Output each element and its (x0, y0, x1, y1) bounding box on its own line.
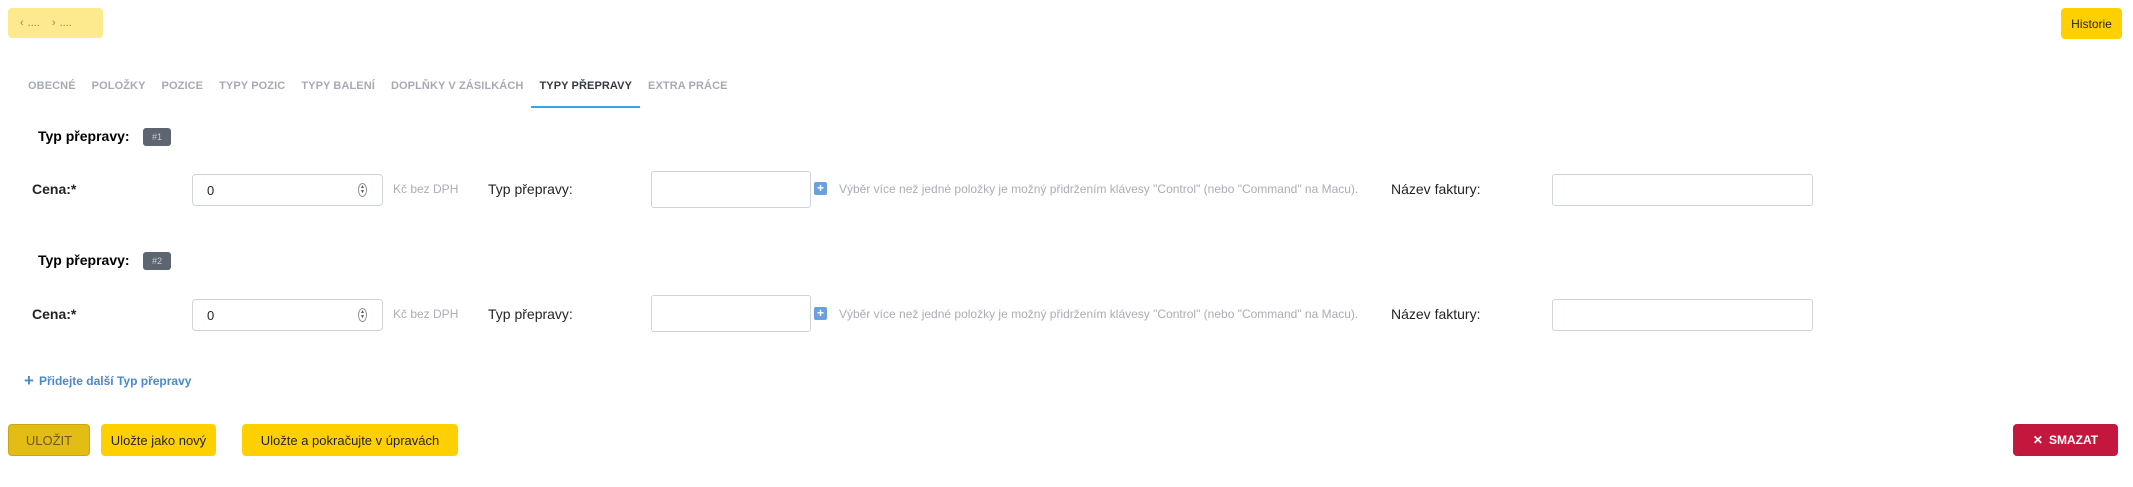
close-icon: ✕ (2032, 433, 2043, 447)
spinner-icon[interactable]: ▲ ▼ (358, 183, 367, 197)
tab-bar: OBECNÉ POLOŽKY POZICE TYPY POZIC TYPY BA… (20, 75, 736, 108)
entry-2-select-hint: Výběr více než jedné položky je možný př… (839, 307, 1359, 321)
save-and-continue-button[interactable]: Uložte a pokračujte v úpravách (242, 424, 458, 456)
tab-general[interactable]: OBECNÉ (20, 75, 84, 108)
entry-2-title: Typ přepravy: (38, 252, 130, 268)
object-navigation: ‹.... ›.... (8, 8, 103, 38)
entry-1-badge: #1 (143, 128, 171, 146)
entry-2-price-unit: Kč bez DPH (393, 307, 459, 321)
add-another-label: Přidejte další Typ přepravy (38, 374, 192, 388)
entry-2-price-input[interactable]: 0 ▲ ▼ (192, 299, 383, 331)
delete-label: SMAZAT (2048, 433, 2099, 447)
chevron-left-icon: ‹ (20, 17, 24, 29)
entry-1-price-label: Cena:* (32, 181, 77, 197)
tab-positions[interactable]: POZICE (154, 75, 212, 108)
save-button[interactable]: ULOŽIT (8, 424, 90, 456)
tab-items[interactable]: POLOŽKY (84, 75, 154, 108)
spinner-icon[interactable]: ▲ ▼ (358, 308, 367, 322)
tab-extra-work[interactable]: EXTRA PRÁCE (640, 75, 736, 108)
history-button[interactable]: Historie (2061, 8, 2122, 39)
next-object-link[interactable]: ›.... (52, 17, 72, 29)
entry-1-select-hint: Výběr více než jedné položky je možný př… (839, 182, 1359, 196)
add-transport-type-plus-icon[interactable]: + (814, 182, 827, 195)
tab-shipment-addons[interactable]: DOPLŇKY V ZÁSILKÁCH (383, 75, 531, 108)
tab-transport-types[interactable]: TYPY PŘEPRAVY (531, 75, 641, 108)
entry-1-invoice-name-input[interactable] (1552, 174, 1813, 206)
plus-icon: + (24, 371, 34, 390)
entry-1-invoice-label: Název faktury: (1391, 181, 1481, 197)
entry-1-transport-type-select[interactable] (651, 171, 811, 208)
entry-1-price-value: 0 (207, 182, 215, 198)
prev-object-link[interactable]: ‹.... (20, 17, 40, 29)
entry-2-badge: #2 (143, 252, 171, 270)
entry-2-invoice-label: Název faktury: (1391, 306, 1481, 322)
entry-1-title: Typ přepravy: (38, 128, 130, 144)
entry-1-price-unit: Kč bez DPH (393, 182, 459, 196)
entry-2-price-label: Cena:* (32, 306, 77, 322)
tab-position-types[interactable]: TYPY POZIC (211, 75, 293, 108)
save-as-new-button[interactable]: Uložte jako nový (101, 424, 216, 456)
entry-2-type-label: Typ přepravy: (488, 306, 573, 322)
chevron-right-icon: › (51, 17, 56, 29)
entry-2-transport-type-select[interactable] (651, 295, 811, 332)
add-transport-type-plus-icon[interactable]: + (814, 307, 827, 320)
add-another-transport-type-link[interactable]: + Přidejte další Typ přepravy (24, 371, 192, 390)
entry-2-price-value: 0 (207, 307, 215, 323)
tab-packaging-types[interactable]: TYPY BALENÍ (293, 75, 383, 108)
entry-1-price-input[interactable]: 0 ▲ ▼ (192, 174, 383, 206)
entry-1-type-label: Typ přepravy: (488, 181, 573, 197)
entry-2-invoice-name-input[interactable] (1552, 299, 1813, 331)
delete-button[interactable]: ✕ SMAZAT (2013, 424, 2118, 456)
